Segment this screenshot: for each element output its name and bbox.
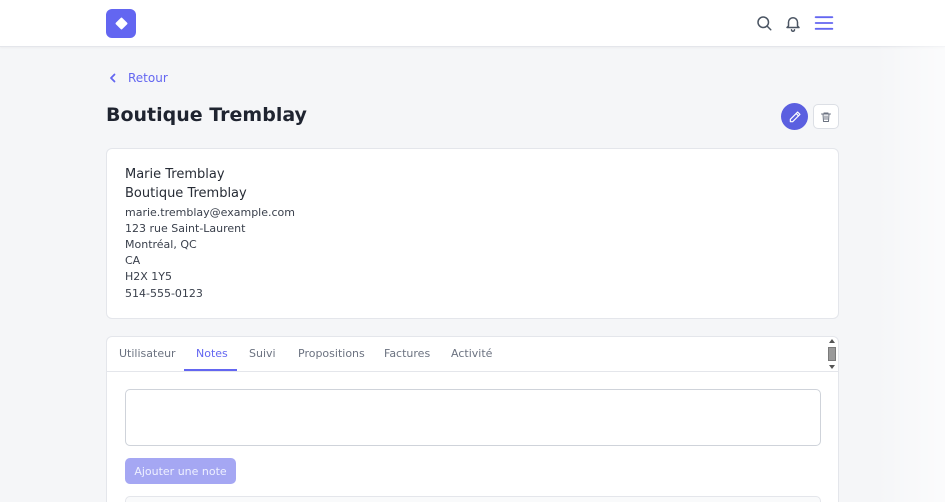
contact-country: CA (125, 254, 141, 267)
note-input[interactable] (125, 389, 821, 446)
top-bar (0, 0, 945, 47)
trash-icon (821, 112, 831, 122)
contact-street: 123 rue Saint-Laurent (125, 222, 246, 235)
delete-button[interactable] (813, 104, 839, 129)
tabs-panel: Utilisateur Notes Suivi Propositions Fac… (106, 336, 839, 502)
contact-city: Montréal, QC (125, 238, 197, 251)
right-edge-fade (875, 0, 945, 502)
page-title: Boutique Tremblay (106, 104, 307, 126)
contact-card: Marie Tremblay Boutique Tremblay marie.t… (106, 148, 839, 319)
contact-phone: 514-555-0123 (125, 287, 203, 300)
contact-email: marie.tremblay@example.com (125, 206, 296, 219)
search-icon[interactable] (755, 14, 773, 32)
contact-postal-code: H2X 1Y5 (125, 270, 173, 283)
tab-bar: Utilisateur Notes Suivi Propositions Fac… (107, 337, 838, 372)
pencil-icon (789, 110, 801, 122)
bell-icon[interactable] (784, 14, 802, 32)
chevron-left-icon (110, 73, 116, 83)
back-link[interactable]: Retour (108, 70, 168, 86)
tab-scrollbar[interactable] (827, 339, 837, 369)
tab-factures[interactable]: Factures (384, 347, 430, 360)
contact-name: Marie Tremblay (125, 167, 225, 182)
diamond-icon (114, 17, 128, 30)
tab-suivi[interactable]: Suivi (249, 347, 276, 360)
tab-utilisateur[interactable]: Utilisateur (119, 347, 176, 360)
logo[interactable] (106, 9, 136, 38)
active-tab-indicator (184, 369, 237, 371)
tab-propositions[interactable]: Propositions (298, 347, 365, 360)
scroll-thumb[interactable] (828, 347, 836, 361)
scroll-down-icon[interactable] (829, 365, 835, 369)
scroll-up-icon[interactable] (829, 339, 835, 343)
tab-notes[interactable]: Notes (196, 347, 228, 360)
menu-icon[interactable] (814, 14, 834, 32)
tab-activite[interactable]: Activité (451, 347, 492, 360)
note-list-item (125, 496, 821, 502)
add-note-button[interactable]: Ajouter une note (125, 458, 236, 484)
contact-company: Boutique Tremblay (125, 186, 247, 201)
edit-button[interactable] (781, 103, 808, 130)
back-link-label: Retour (128, 71, 168, 85)
